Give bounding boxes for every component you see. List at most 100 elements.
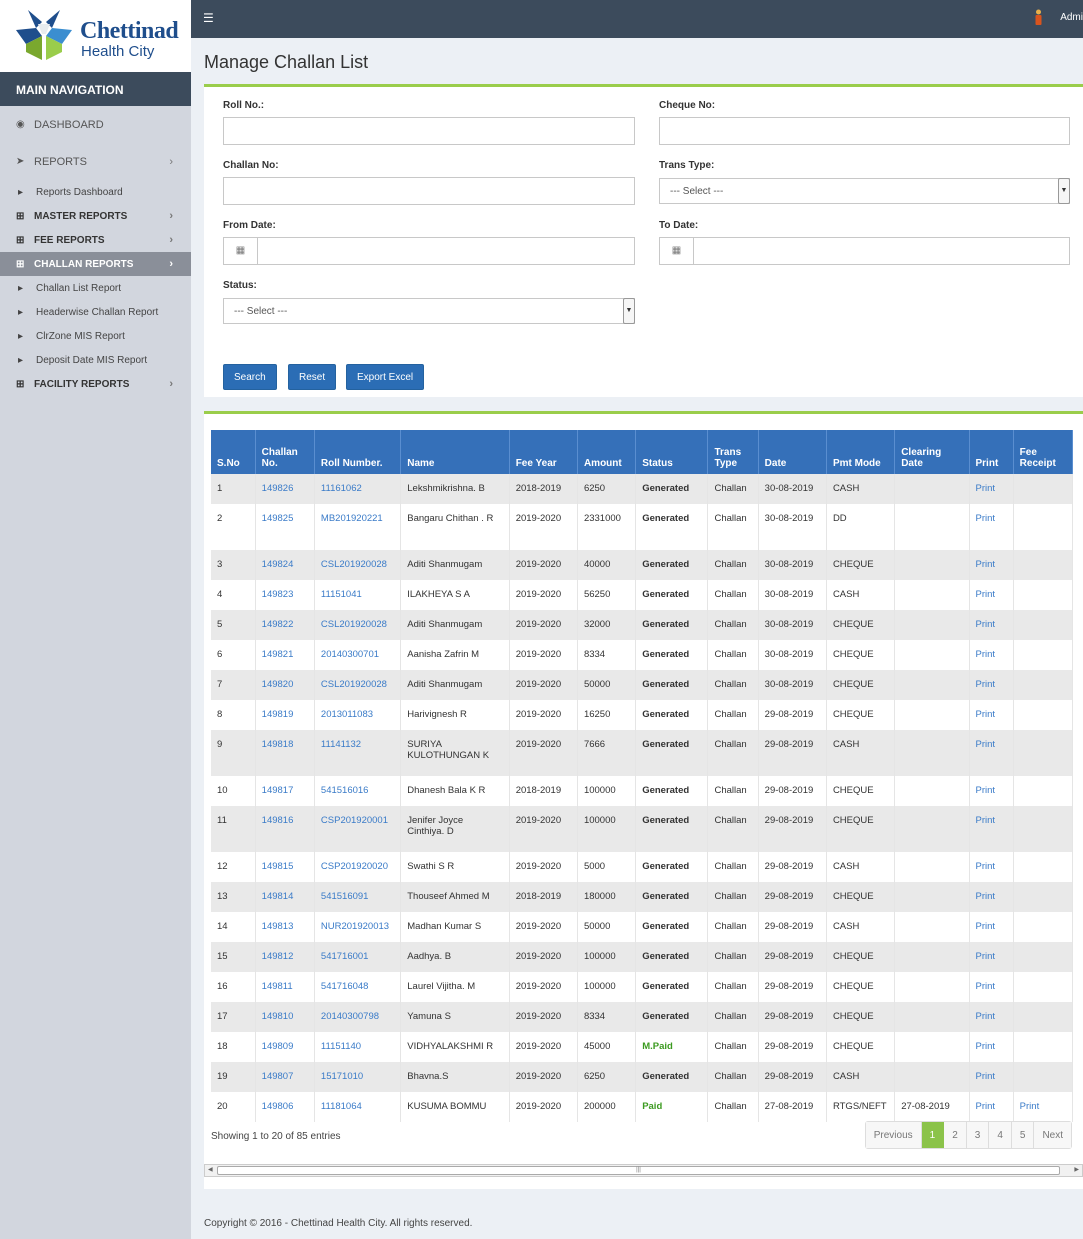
table-cell[interactable]: CSP201920001: [314, 806, 402, 852]
nav-item-reports[interactable]: ➤ REPORTS ›: [0, 143, 191, 180]
to-date-input[interactable]: ▦: [659, 237, 1070, 265]
table-cell[interactable]: Print: [969, 700, 1014, 730]
pagination-3[interactable]: 3: [966, 1122, 990, 1148]
table-cell[interactable]: Print: [969, 1032, 1014, 1062]
column-header-challan-no-[interactable]: Challan No.: [255, 430, 315, 474]
table-cell[interactable]: Print: [969, 670, 1014, 700]
table-cell[interactable]: 11151140: [314, 1032, 402, 1062]
from-date-input[interactable]: ▦: [223, 237, 635, 265]
table-cell[interactable]: 149818: [255, 730, 315, 776]
table-cell[interactable]: 149812: [255, 942, 315, 972]
nav-item-challan-reports[interactable]: ⊞ CHALLAN REPORTS ›: [0, 252, 191, 276]
table-cell[interactable]: 149810: [255, 1002, 315, 1032]
nav-item-clrzone-mis-report[interactable]: ▸ ClrZone MIS Report: [0, 324, 191, 348]
table-cell[interactable]: 20140300798: [314, 1002, 402, 1032]
table-cell[interactable]: 149817: [255, 776, 315, 806]
reset-button[interactable]: Reset: [288, 364, 337, 390]
table-cell[interactable]: Print: [969, 1002, 1014, 1032]
table-cell[interactable]: 15171010: [314, 1062, 402, 1092]
challan-input[interactable]: [223, 177, 635, 205]
table-cell[interactable]: Print: [969, 942, 1014, 972]
nav-item-dashboard[interactable]: ◉ DASHBOARD: [0, 106, 191, 143]
table-cell[interactable]: Print: [969, 1092, 1014, 1122]
pagination-4[interactable]: 4: [989, 1122, 1012, 1148]
table-cell[interactable]: 149824: [255, 550, 315, 580]
table-cell[interactable]: 11151041: [314, 580, 402, 610]
user-name[interactable]: Admi: [1060, 12, 1083, 23]
table-cell[interactable]: 149809: [255, 1032, 315, 1062]
table-cell[interactable]: 149820: [255, 670, 315, 700]
table-cell[interactable]: Print: [969, 730, 1014, 776]
table-cell[interactable]: Print: [969, 852, 1014, 882]
table-cell[interactable]: Print: [969, 972, 1014, 1002]
scrollbar-thumb[interactable]: |||: [217, 1166, 1060, 1175]
user-avatar-icon[interactable]: [1034, 9, 1043, 27]
table-cell[interactable]: 11181064: [314, 1092, 402, 1122]
table-cell[interactable]: Print: [969, 882, 1014, 912]
column-header-fee-receipt[interactable]: Fee Receipt: [1013, 430, 1074, 474]
table-cell[interactable]: 149822: [255, 610, 315, 640]
table-cell[interactable]: 541716048: [314, 972, 402, 1002]
status-select[interactable]: --- Select --- ▼: [223, 298, 635, 324]
table-cell[interactable]: NUR201920013: [314, 912, 402, 942]
pagination-2[interactable]: 2: [944, 1122, 967, 1148]
calendar-icon[interactable]: ▦: [660, 238, 694, 264]
nav-item-deposit-date-mis-report[interactable]: ▸ Deposit Date MIS Report: [0, 348, 191, 372]
table-cell[interactable]: 11141132: [314, 730, 402, 776]
horizontal-scrollbar[interactable]: ◀ ||| ▶: [204, 1164, 1083, 1177]
export-excel-button[interactable]: Export Excel: [346, 364, 425, 390]
column-header-pmt-mode[interactable]: Pmt Mode: [826, 430, 896, 474]
table-cell[interactable]: MB201920221: [314, 504, 402, 550]
column-header-amount[interactable]: Amount: [577, 430, 637, 474]
table-cell[interactable]: CSL201920028: [314, 670, 402, 700]
roll-input[interactable]: [223, 117, 635, 145]
table-cell[interactable]: CSL201920028: [314, 610, 402, 640]
table-cell[interactable]: 149826: [255, 474, 315, 504]
column-header-trans-type[interactable]: Trans Type: [707, 430, 759, 474]
column-header-name[interactable]: Name: [400, 430, 510, 474]
nav-item-facility-reports[interactable]: ⊞ FACILITY REPORTS ›: [0, 372, 191, 396]
table-cell[interactable]: Print: [969, 504, 1014, 550]
nav-item-reports-dashboard[interactable]: ▸ Reports Dashboard: [0, 180, 191, 204]
table-cell[interactable]: 149825: [255, 504, 315, 550]
table-cell[interactable]: 541716001: [314, 942, 402, 972]
table-cell[interactable]: CSP201920020: [314, 852, 402, 882]
column-header-date[interactable]: Date: [758, 430, 827, 474]
chevron-down-icon[interactable]: ▼: [1058, 178, 1070, 204]
table-cell[interactable]: 149816: [255, 806, 315, 852]
pagination-next[interactable]: Next: [1034, 1122, 1071, 1148]
scroll-right-icon[interactable]: ▶: [1074, 1166, 1079, 1173]
pagination-1[interactable]: 1: [921, 1122, 945, 1148]
calendar-icon[interactable]: ▦: [224, 238, 258, 264]
menu-toggle-icon[interactable]: ☰: [203, 11, 214, 25]
search-button[interactable]: Search: [223, 364, 277, 390]
table-cell[interactable]: 149806: [255, 1092, 315, 1122]
nav-item-challan-list-report[interactable]: ▸ Challan List Report: [0, 276, 191, 300]
column-header-s-no[interactable]: S.No: [211, 430, 256, 474]
table-cell[interactable]: 149815: [255, 852, 315, 882]
table-cell[interactable]: 149819: [255, 700, 315, 730]
nav-item-fee-reports[interactable]: ⊞ FEE REPORTS ›: [0, 228, 191, 252]
table-cell[interactable]: 149813: [255, 912, 315, 942]
table-cell[interactable]: Print: [969, 610, 1014, 640]
table-cell[interactable]: 149811: [255, 972, 315, 1002]
column-header-clearing-date[interactable]: Clearing Date: [894, 430, 970, 474]
chevron-down-icon[interactable]: ▼: [623, 298, 635, 324]
table-cell[interactable]: Print: [969, 776, 1014, 806]
scroll-left-icon[interactable]: ◀: [208, 1166, 213, 1173]
pagination-previous[interactable]: Previous: [865, 1122, 922, 1148]
cheque-input[interactable]: [659, 117, 1070, 145]
nav-item-master-reports[interactable]: ⊞ MASTER REPORTS ›: [0, 204, 191, 228]
column-header-print[interactable]: Print: [969, 430, 1014, 474]
table-cell[interactable]: Print: [969, 474, 1014, 504]
table-cell[interactable]: 149821: [255, 640, 315, 670]
table-cell[interactable]: Print: [969, 1062, 1014, 1092]
table-cell[interactable]: 149823: [255, 580, 315, 610]
table-cell[interactable]: 541516016: [314, 776, 402, 806]
table-cell[interactable]: 20140300701: [314, 640, 402, 670]
nav-item-headerwise-challan-report[interactable]: ▸ Headerwise Challan Report: [0, 300, 191, 324]
column-header-fee-year[interactable]: Fee Year: [509, 430, 578, 474]
table-cell[interactable]: Print: [969, 912, 1014, 942]
table-cell[interactable]: CSL201920028: [314, 550, 402, 580]
table-cell[interactable]: Print: [969, 640, 1014, 670]
